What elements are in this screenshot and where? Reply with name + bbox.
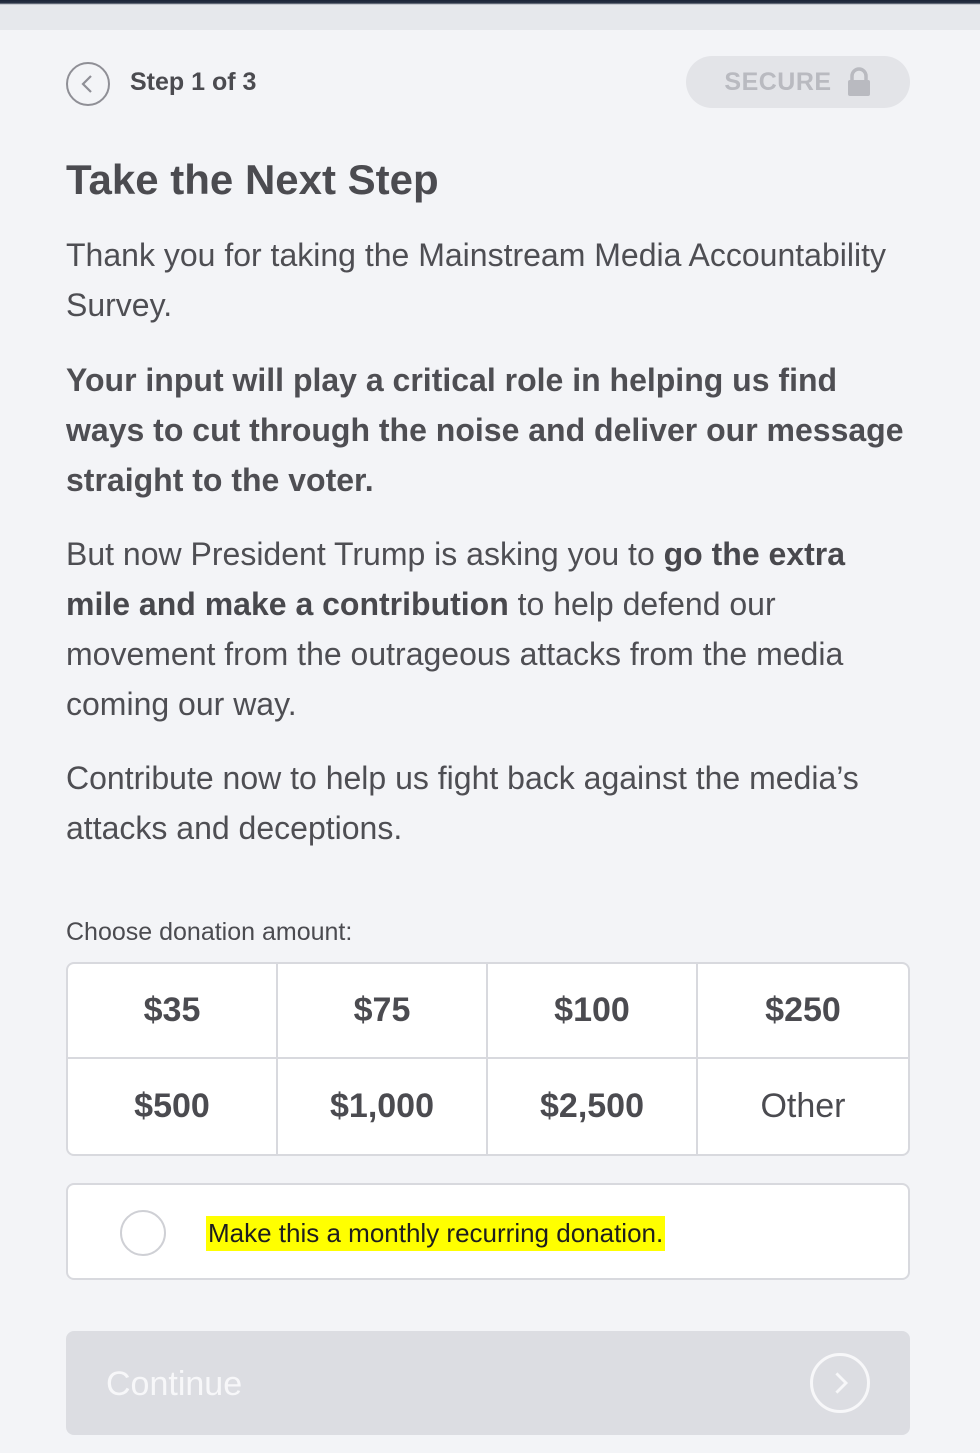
donation-amount-label: Choose donation amount: xyxy=(66,918,353,946)
amount-option-35[interactable]: $35 xyxy=(68,964,278,1059)
amount-option-1000[interactable]: $1,000 xyxy=(278,1059,488,1154)
recurring-donation-radio[interactable] xyxy=(120,1210,166,1256)
amount-option-100[interactable]: $100 xyxy=(488,964,698,1059)
amount-option-other[interactable]: Other xyxy=(698,1059,908,1154)
recurring-donation-option[interactable]: Make this a monthly recurring donation. xyxy=(66,1183,910,1280)
back-button[interactable] xyxy=(66,62,110,106)
secure-label: SECURE xyxy=(724,67,832,96)
amount-option-250[interactable]: $250 xyxy=(698,964,908,1059)
thank-you-text: Thank you for taking the Mainstream Medi… xyxy=(66,237,886,323)
chevron-left-icon xyxy=(81,75,92,93)
amount-option-500[interactable]: $500 xyxy=(68,1059,278,1154)
input-importance-text: Your input will play a critical role in … xyxy=(66,362,904,498)
page-title: Take the Next Step xyxy=(66,156,439,203)
continue-label: Continue xyxy=(106,1365,243,1403)
browser-top-strip xyxy=(0,0,980,30)
contribution-request-text: But now President Trump is asking you to… xyxy=(66,529,916,729)
amount-option-75[interactable]: $75 xyxy=(278,964,488,1059)
contribute-now-text: Contribute now to help us fight back aga… xyxy=(66,760,859,846)
recurring-donation-label: Make this a monthly recurring donation. xyxy=(206,1216,666,1251)
secure-badge: SECURE xyxy=(686,56,910,108)
contribution-request-part1: But now President Trump is asking you to xyxy=(66,536,664,572)
step-header: Step 1 of 3 SECURE xyxy=(66,56,910,110)
chevron-right-icon xyxy=(810,1353,870,1413)
step-indicator: Step 1 of 3 xyxy=(130,68,257,96)
amount-option-2500[interactable]: $2,500 xyxy=(488,1059,698,1154)
donation-amount-grid: $35 $75 $100 $250 $500 $1,000 $2,500 Oth… xyxy=(66,962,910,1156)
lock-icon xyxy=(847,67,870,96)
continue-button[interactable]: Continue xyxy=(66,1331,910,1435)
